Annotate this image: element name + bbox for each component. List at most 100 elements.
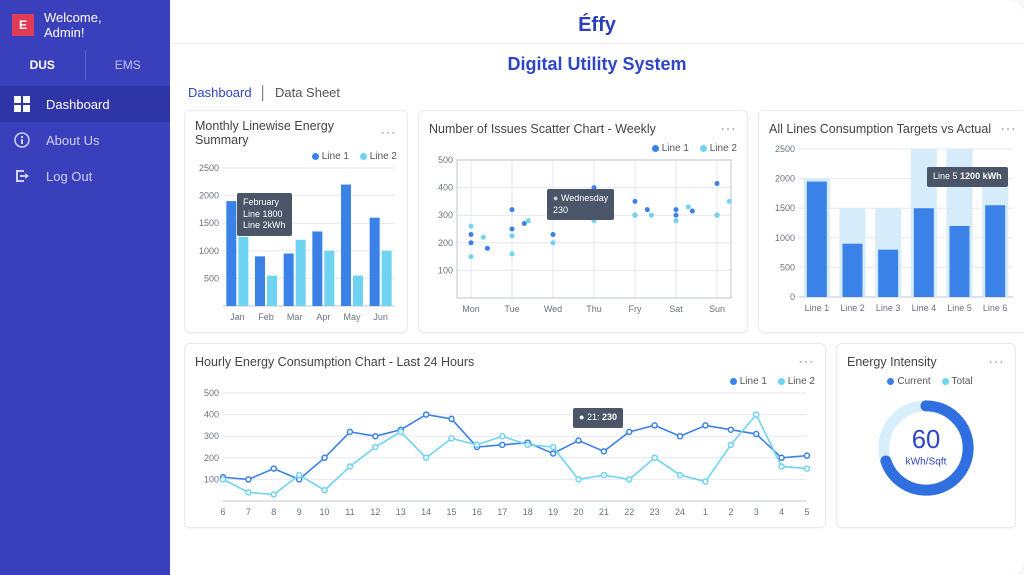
svg-text:500: 500 <box>204 273 219 283</box>
legend-dot-icon <box>778 378 785 385</box>
chart-tooltip: February Line 1800 Line 2kWh <box>237 193 292 236</box>
svg-text:100: 100 <box>204 474 219 484</box>
card-hourly: Hourly Energy Consumption Chart - Last 2… <box>184 343 826 528</box>
brand-title: Éffy <box>170 14 1024 37</box>
svg-text:9: 9 <box>297 507 302 517</box>
svg-text:14: 14 <box>421 507 431 517</box>
svg-text:500: 500 <box>780 262 795 272</box>
svg-text:Sat: Sat <box>669 304 683 314</box>
svg-text:500: 500 <box>438 156 453 165</box>
svg-text:500: 500 <box>204 389 219 398</box>
svg-text:Jun: Jun <box>373 312 388 322</box>
svg-text:19: 19 <box>548 507 558 517</box>
svg-text:May: May <box>343 312 361 322</box>
sidebar-tab-dus[interactable]: DUS <box>0 50 86 80</box>
svg-text:4: 4 <box>779 507 784 517</box>
svg-text:23: 23 <box>650 507 660 517</box>
bar-chart: 5001000150020002500JanFebMarAprMayJun <box>195 164 399 324</box>
info-icon <box>14 132 34 148</box>
svg-text:Wed: Wed <box>544 304 562 314</box>
svg-text:Feb: Feb <box>258 312 274 322</box>
gauge-chart: 60 kWh/Sqft <box>866 393 986 503</box>
logout-icon <box>14 168 34 184</box>
crumb-sep: │ <box>259 85 267 100</box>
svg-text:Line 3: Line 3 <box>876 303 901 313</box>
scatter-chart: 100200300400500MonTueWedThuFrySatSun <box>429 156 739 316</box>
card-scatter: Number of Issues Scatter Chart - Weekly … <box>418 110 748 333</box>
card-title-text: Energy Intensity <box>847 355 937 369</box>
crumb-dashboard[interactable]: Dashboard <box>188 85 252 100</box>
svg-text:100: 100 <box>438 265 453 275</box>
svg-text:Jan: Jan <box>230 312 245 322</box>
sidebar: E Welcome, Admin! DUS EMS Dashboard Abou… <box>0 0 170 575</box>
sidebar-item-about[interactable]: About Us <box>0 122 170 158</box>
legend-dot-icon <box>652 145 659 152</box>
svg-text:Line 4: Line 4 <box>912 303 937 313</box>
svg-text:1000: 1000 <box>775 233 795 243</box>
card-menu-icon[interactable]: ⋯ <box>798 352 815 372</box>
card-title-text: Monthly Linewise Energy Summary <box>195 119 380 147</box>
main: Éffy Digital Utility System Dashboard │ … <box>170 0 1024 575</box>
svg-text:400: 400 <box>438 183 453 193</box>
svg-text:Mon: Mon <box>462 304 480 314</box>
svg-text:12: 12 <box>370 507 380 517</box>
card-menu-icon[interactable]: ⋯ <box>380 123 397 143</box>
svg-text:Line 5: Line 5 <box>947 303 972 313</box>
svg-text:2: 2 <box>728 507 733 517</box>
svg-text:Sun: Sun <box>709 304 725 314</box>
legend-dot-icon <box>312 153 319 160</box>
welcome-line2: Admin! <box>44 25 84 40</box>
svg-text:3: 3 <box>754 507 759 517</box>
breadcrumb: Dashboard │ Data Sheet <box>170 81 1024 110</box>
svg-text:2000: 2000 <box>775 174 795 184</box>
svg-text:2500: 2500 <box>775 144 795 154</box>
logo-icon: E <box>12 14 34 36</box>
sidebar-tabs: DUS EMS <box>0 50 170 80</box>
sidebar-nav: Dashboard About Us Log Out <box>0 86 170 194</box>
card-title-text: Hourly Energy Consumption Chart - Last 2… <box>195 355 474 369</box>
sidebar-item-dashboard[interactable]: Dashboard <box>0 86 170 122</box>
chart-tooltip: ● Wednesday 230 <box>547 189 614 220</box>
svg-text:16: 16 <box>472 507 482 517</box>
sidebar-tab-ems[interactable]: EMS <box>86 50 171 80</box>
chart-legend: Line 1 Line 2 <box>429 143 737 154</box>
svg-text:15: 15 <box>447 507 457 517</box>
svg-text:Apr: Apr <box>316 312 330 322</box>
sidebar-item-label: About Us <box>46 133 99 148</box>
legend-dot-icon <box>700 145 707 152</box>
chart-legend: Current Total <box>847 376 1005 387</box>
card-menu-icon[interactable]: ⋯ <box>720 119 737 139</box>
page-subtitle: Digital Utility System <box>170 44 1024 81</box>
svg-text:6: 6 <box>220 507 225 517</box>
chart-tooltip: Line 5 1200 kWh <box>927 167 1008 187</box>
legend-dot-icon <box>730 378 737 385</box>
card-menu-icon[interactable]: ⋯ <box>1000 119 1017 139</box>
sidebar-item-logout[interactable]: Log Out <box>0 158 170 194</box>
line-chart: 1002003004005006789101112131415161718192… <box>195 389 815 519</box>
chart-legend: Line 1 Line 2 <box>195 151 397 162</box>
svg-text:24: 24 <box>675 507 685 517</box>
svg-text:300: 300 <box>438 210 453 220</box>
svg-text:Mar: Mar <box>287 312 303 322</box>
svg-text:Thu: Thu <box>586 304 602 314</box>
svg-text:10: 10 <box>320 507 330 517</box>
svg-text:5: 5 <box>804 507 809 517</box>
svg-text:200: 200 <box>204 453 219 463</box>
svg-text:1500: 1500 <box>775 203 795 213</box>
card-menu-icon[interactable]: ⋯ <box>988 352 1005 372</box>
topbar: Éffy <box>170 0 1024 44</box>
svg-text:0: 0 <box>790 292 795 302</box>
svg-text:8: 8 <box>271 507 276 517</box>
card-title-text: All Lines Consumption Targets vs Actual <box>769 122 991 136</box>
svg-text:Fry: Fry <box>629 304 642 314</box>
card-monthly-bar: Monthly Linewise Energy Summary ⋯ Line 1… <box>184 110 408 333</box>
crumb-datasheet[interactable]: Data Sheet <box>275 85 340 100</box>
svg-text:21: 21 <box>599 507 609 517</box>
svg-text:1: 1 <box>703 507 708 517</box>
svg-text:2500: 2500 <box>199 164 219 173</box>
svg-text:Line 6: Line 6 <box>983 303 1008 313</box>
svg-text:400: 400 <box>204 410 219 420</box>
card-title-text: Number of Issues Scatter Chart - Weekly <box>429 122 656 136</box>
svg-text:17: 17 <box>497 507 507 517</box>
welcome-line1: Welcome, <box>44 10 102 25</box>
